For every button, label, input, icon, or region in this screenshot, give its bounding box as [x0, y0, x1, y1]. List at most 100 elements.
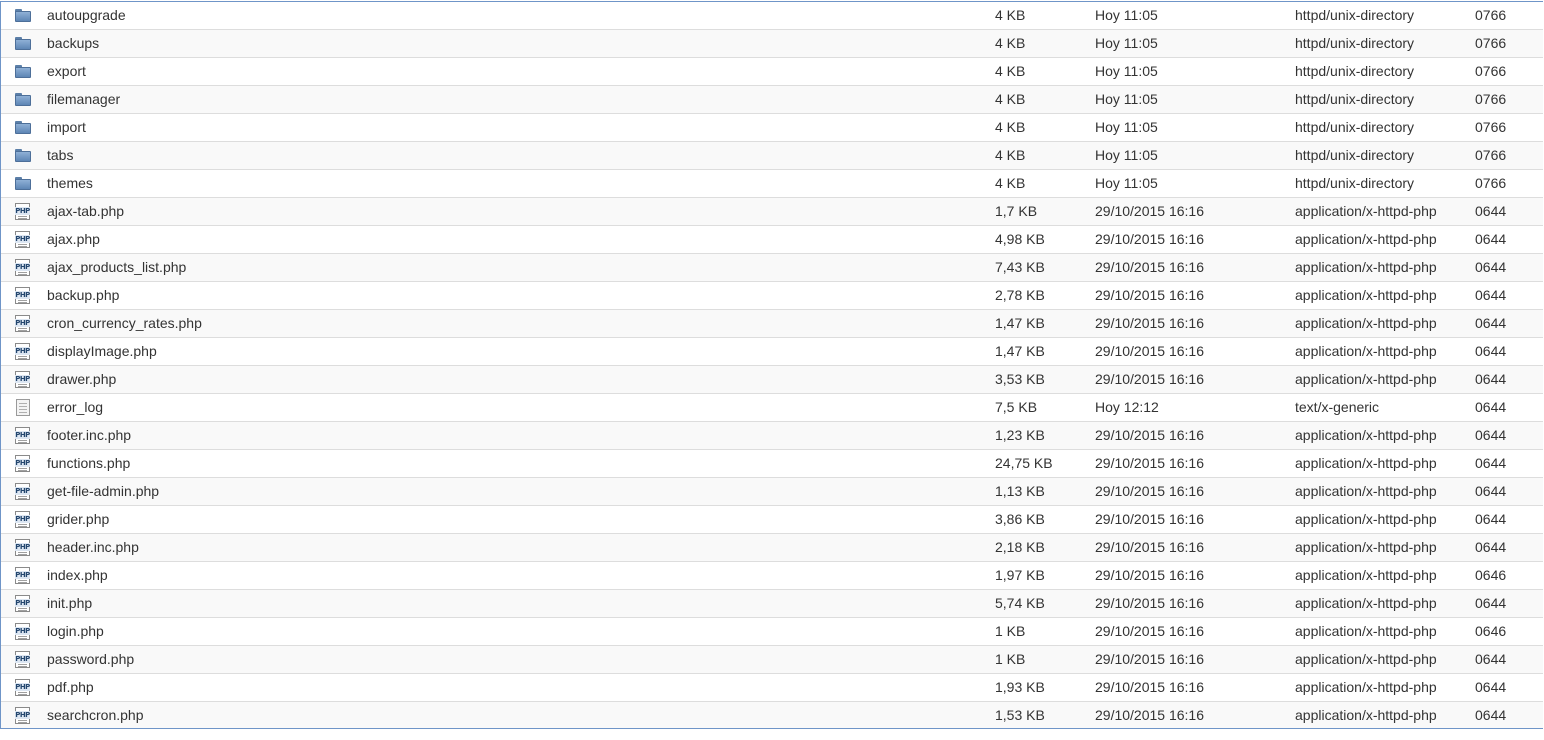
file-permissions: 0644	[1475, 455, 1507, 471]
file-icon-cell: PHP	[14, 310, 34, 337]
file-modified-date: Hoy 11:05	[1095, 35, 1158, 51]
file-size: 4 KB	[995, 119, 1026, 135]
file-icon-cell: PHP	[14, 422, 34, 449]
file-size: 4 KB	[995, 147, 1026, 163]
file-row[interactable]: PHP password.php 1 KB 29/10/2015 16:16 appli…	[1, 646, 1543, 674]
file-mime-type: application/x-httpd-php	[1295, 679, 1437, 695]
file-row[interactable]: import 4 KB Hoy 11:05 httpd/unix-directory 0…	[1, 114, 1543, 142]
file-size: 1,93 KB	[995, 679, 1045, 695]
file-row[interactable]: PHP header.inc.php 2,18 KB 29/10/2015 16:16…	[1, 534, 1543, 562]
file-modified-date: Hoy 11:05	[1095, 63, 1158, 79]
file-row[interactable]: PHP ajax.php 4,98 KB 29/10/2015 16:16 applic…	[1, 226, 1543, 254]
file-icon-cell	[14, 114, 34, 141]
file-icon-cell: PHP	[14, 618, 34, 645]
file-row[interactable]: PHP init.php 5,74 KB 29/10/2015 16:16 applic…	[1, 590, 1543, 618]
file-permissions: 0766	[1475, 147, 1507, 163]
file-modified-date: 29/10/2015 16:16	[1095, 203, 1204, 219]
file-mime-type: application/x-httpd-php	[1295, 511, 1437, 527]
file-permissions: 0644	[1475, 371, 1507, 387]
file-modified-date: Hoy 12:12	[1095, 399, 1159, 415]
file-mime-type: application/x-httpd-php	[1295, 567, 1437, 583]
file-permissions: 0644	[1475, 315, 1507, 331]
file-name: grider.php	[47, 511, 110, 527]
file-name: backups	[47, 35, 100, 51]
file-modified-date: 29/10/2015 16:16	[1095, 343, 1204, 359]
file-mime-type: application/x-httpd-php	[1295, 595, 1437, 611]
php-file-icon: PHP	[15, 231, 30, 248]
file-size: 1,53 KB	[995, 707, 1045, 723]
file-size: 1,97 KB	[995, 567, 1045, 583]
file-row[interactable]: error_log 7,5 KB Hoy 12:12 text/x-generic 06…	[1, 394, 1543, 422]
file-row[interactable]: PHP searchcron.php 1,53 KB 29/10/2015 16:16…	[1, 702, 1543, 728]
file-row[interactable]: tabs 4 KB Hoy 11:05 httpd/unix-directory 076…	[1, 142, 1543, 170]
php-file-icon: PHP	[15, 679, 30, 696]
file-row[interactable]: PHP cron_currency_rates.php 1,47 KB 29/10/2…	[1, 310, 1543, 338]
php-file-icon: PHP	[15, 259, 30, 276]
file-permissions: 0644	[1475, 511, 1507, 527]
file-row[interactable]: filemanager 4 KB Hoy 11:05 httpd/unix-direc…	[1, 86, 1543, 114]
file-size: 7,5 KB	[995, 399, 1038, 415]
file-permissions: 0644	[1475, 231, 1507, 247]
file-permissions: 0766	[1475, 63, 1507, 79]
file-permissions: 0644	[1475, 399, 1507, 415]
file-permissions: 0644	[1475, 707, 1507, 723]
file-mime-type: httpd/unix-directory	[1295, 119, 1415, 135]
file-icon-cell: PHP	[14, 198, 34, 225]
file-row[interactable]: autoupgrade 4 KB Hoy 11:05 httpd/unix-direc…	[1, 2, 1543, 30]
file-permissions: 0644	[1475, 343, 1507, 359]
file-permissions: 0644	[1475, 427, 1507, 443]
file-modified-date: 29/10/2015 16:16	[1095, 259, 1204, 275]
file-mime-type: application/x-httpd-php	[1295, 623, 1437, 639]
file-row[interactable]: PHP get-file-admin.php 1,13 KB 29/10/2015 1…	[1, 478, 1543, 506]
file-row[interactable]: PHP login.php 1 KB 29/10/2015 16:16 applicat…	[1, 618, 1543, 646]
file-row[interactable]: themes 4 KB Hoy 11:05 httpd/unix-directory 0…	[1, 170, 1543, 198]
file-permissions: 0644	[1475, 483, 1507, 499]
file-row[interactable]: PHP index.php 1,97 KB 29/10/2015 16:16 appli…	[1, 562, 1543, 590]
file-mime-type: application/x-httpd-php	[1295, 427, 1437, 443]
file-row[interactable]: PHP backup.php 2,78 KB 29/10/2015 16:16 appl…	[1, 282, 1543, 310]
folder-icon	[15, 37, 31, 50]
file-icon-cell: PHP	[14, 590, 34, 617]
file-icon-cell: PHP	[14, 254, 34, 281]
file-permissions: 0644	[1475, 287, 1507, 303]
file-size: 24,75 KB	[995, 455, 1053, 471]
file-modified-date: 29/10/2015 16:16	[1095, 287, 1204, 303]
file-mime-type: application/x-httpd-php	[1295, 651, 1437, 667]
file-icon-cell: PHP	[14, 226, 34, 253]
file-size: 1,23 KB	[995, 427, 1045, 443]
file-modified-date: 29/10/2015 16:16	[1095, 651, 1204, 667]
file-size: 2,78 KB	[995, 287, 1045, 303]
file-size: 3,53 KB	[995, 371, 1045, 387]
file-row[interactable]: PHP ajax-tab.php 1,7 KB 29/10/2015 16:16 app…	[1, 198, 1543, 226]
folder-icon	[15, 149, 31, 162]
folder-icon	[15, 121, 31, 134]
php-file-icon: PHP	[15, 707, 30, 724]
file-name: backup.php	[47, 287, 120, 303]
file-row[interactable]: backups 4 KB Hoy 11:05 httpd/unix-directory…	[1, 30, 1543, 58]
file-modified-date: 29/10/2015 16:16	[1095, 511, 1204, 527]
file-permissions: 0766	[1475, 91, 1507, 107]
file-modified-date: 29/10/2015 16:16	[1095, 371, 1204, 387]
php-file-icon: PHP	[15, 203, 30, 220]
file-row[interactable]: PHP pdf.php 1,93 KB 29/10/2015 16:16 applica…	[1, 674, 1543, 702]
file-icon-cell: PHP	[14, 506, 34, 533]
php-file-icon: PHP	[15, 287, 30, 304]
file-icon-cell: PHP	[14, 282, 34, 309]
file-mime-type: application/x-httpd-php	[1295, 287, 1437, 303]
file-mime-type: application/x-httpd-php	[1295, 203, 1437, 219]
file-modified-date: Hoy 11:05	[1095, 147, 1158, 163]
file-row[interactable]: PHP displayImage.php 1,47 KB 29/10/2015 16:…	[1, 338, 1543, 366]
file-row[interactable]: PHP footer.inc.php 1,23 KB 29/10/2015 16:16…	[1, 422, 1543, 450]
file-modified-date: 29/10/2015 16:16	[1095, 483, 1204, 499]
file-name: searchcron.php	[47, 707, 144, 723]
file-row[interactable]: PHP ajax_products_list.php 7,43 KB 29/10/20…	[1, 254, 1543, 282]
file-icon-cell	[14, 86, 34, 113]
file-mime-type: httpd/unix-directory	[1295, 35, 1415, 51]
file-permissions: 0646	[1475, 567, 1507, 583]
file-icon-cell: PHP	[14, 646, 34, 673]
file-size: 1,7 KB	[995, 203, 1038, 219]
file-row[interactable]: export 4 KB Hoy 11:05 httpd/unix-directory 0…	[1, 58, 1543, 86]
file-row[interactable]: PHP functions.php 24,75 KB 29/10/2015 16:16…	[1, 450, 1543, 478]
file-row[interactable]: PHP drawer.php 3,53 KB 29/10/2015 16:16 appl…	[1, 366, 1543, 394]
file-row[interactable]: PHP grider.php 3,86 KB 29/10/2015 16:16 appl…	[1, 506, 1543, 534]
